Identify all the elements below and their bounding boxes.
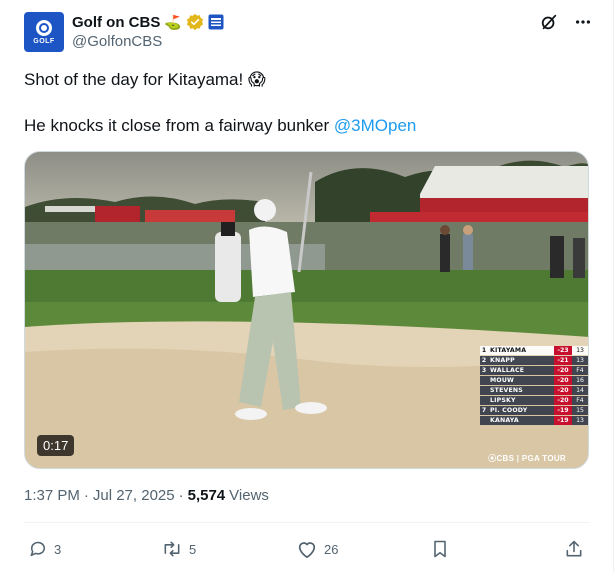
leaderboard-row: STEVENS -20 14 — [480, 385, 588, 396]
reply-icon — [30, 541, 46, 557]
leaderboard-player: STEVENS — [490, 387, 523, 395]
meta-separator: · — [178, 487, 184, 504]
repost-count: 5 — [189, 541, 197, 557]
video-player[interactable]: 1 KITAYAMA -23 13 2 KNAPP -21 13 3 WALLACE -20 F4 MO… — [24, 151, 589, 469]
leaderboard-thru: 15 — [576, 407, 584, 415]
leaderboard-player: KNAPP — [490, 357, 515, 365]
reply-count: 3 — [54, 541, 62, 557]
author-name-row: Golf on CBS ⛳ — [72, 12, 224, 32]
like-button[interactable]: 26 — [296, 534, 338, 564]
leaderboard-thru: 13 — [576, 417, 584, 425]
leaderboard-player: KANAYA — [490, 417, 519, 425]
repost-button[interactable]: 5 — [161, 534, 196, 564]
leaderboard-player: MOUW — [490, 377, 515, 385]
divider — [24, 522, 590, 523]
leaderboard-row: 2 KNAPP -21 13 — [480, 355, 588, 366]
leaderboard-thru: F4 — [576, 367, 584, 375]
author-display-name[interactable]: Golf on CBS — [72, 14, 160, 31]
leaderboard-score: -19 — [554, 415, 572, 426]
leaderboard-row: 3 WALLACE -20 F4 — [480, 365, 588, 376]
share-button[interactable] — [564, 534, 584, 564]
leaderboard-row: MOUW -20 16 — [480, 375, 588, 386]
author-handle[interactable]: @GolfonCBS — [72, 33, 162, 50]
leaderboard-thru: 14 — [576, 387, 584, 395]
leaderboard-thru: 13 — [576, 347, 584, 355]
more-options-icon[interactable] — [573, 12, 593, 32]
mention-link[interactable]: @3MOpen — [334, 116, 416, 135]
tweet-date[interactable]: Jul 27, 2025 — [93, 487, 175, 504]
leaderboard-score: -20 — [554, 375, 572, 386]
grok-icon[interactable] — [539, 12, 559, 32]
tweet-action-bar: 3 5 26 — [24, 534, 590, 564]
leaderboard-position: 2 — [481, 357, 487, 365]
leaderboard-thru: 13 — [576, 357, 584, 365]
leaderboard-thru: F4 — [576, 397, 584, 405]
leaderboard-position: 7 — [481, 407, 487, 415]
leaderboard-score: -20 — [554, 395, 572, 406]
tweet-time[interactable]: 1:37 PM — [24, 487, 80, 504]
tweet-meta: 1:37 PM · Jul 27, 2025 · 5,574 Views — [24, 487, 269, 504]
meta-separator: · — [83, 487, 89, 504]
heart-icon — [298, 542, 316, 559]
tweet-text: Shot of the day for Kitayama! 😱 He knock… — [24, 68, 584, 137]
like-count: 26 — [324, 541, 339, 557]
leaderboard-player: LIPSKY — [490, 397, 516, 405]
avatar[interactable]: GOLF — [24, 12, 64, 52]
leaderboard-score: -20 — [554, 365, 572, 376]
tweet: GOLF Golf on CBS ⛳ @GolfonCBS Shot of th… — [0, 0, 614, 573]
leaderboard-row: 7 PI. COODY -19 15 — [480, 405, 588, 416]
leaderboard-score: -19 — [554, 405, 572, 416]
tweet-text-line1: Shot of the day for Kitayama! 😱 — [24, 70, 266, 89]
leaderboard-player: WALLACE — [490, 367, 525, 375]
leaderboard-player: KITAYAMA — [490, 347, 527, 355]
tweet-text-line2-body: He knocks it close from a fairway bunker — [24, 116, 334, 135]
video-duration: 0:17 — [37, 435, 75, 456]
share-icon — [566, 540, 582, 557]
leaderboard-position: 3 — [481, 367, 487, 375]
leaderboard-row: 1 KITAYAMA -23 13 — [480, 346, 588, 356]
leaderboard-player: PI. COODY — [490, 407, 528, 415]
repost-icon — [164, 541, 180, 557]
verified-gold-icon[interactable] — [186, 13, 204, 31]
broadcast-logo: ⦿CBS | PGA TOUR — [488, 454, 566, 463]
leaderboard-score: -21 — [554, 355, 572, 366]
views-count: 5,574 — [187, 487, 226, 504]
golf-flag-emoji: ⛳ — [164, 13, 182, 30]
cbs-eye-icon — [36, 19, 52, 36]
avatar-label: GOLF — [33, 37, 55, 45]
leaderboard-score: -20 — [554, 385, 572, 396]
leaderboard-score: -23 — [554, 346, 572, 356]
leaderboard-row: LIPSKY -20 F4 — [480, 395, 588, 406]
views-label: Views — [229, 487, 269, 504]
tweet-text-line2: He knocks it close from a fairway bunker… — [24, 114, 584, 137]
leaderboard-position: 1 — [481, 347, 487, 355]
leaderboard-thru: 16 — [576, 377, 584, 385]
bookmark-button[interactable] — [430, 534, 450, 564]
bookmark-icon — [434, 540, 446, 558]
leaderboard-overlay: 1 KITAYAMA -23 13 2 KNAPP -21 13 3 WALLACE -20 F4 MO… — [480, 346, 588, 426]
reply-button[interactable]: 3 — [28, 534, 61, 564]
affiliate-cbs-icon[interactable] — [208, 14, 224, 30]
tweet-top-actions — [539, 12, 593, 32]
leaderboard-row: KANAYA -19 13 — [480, 415, 588, 426]
